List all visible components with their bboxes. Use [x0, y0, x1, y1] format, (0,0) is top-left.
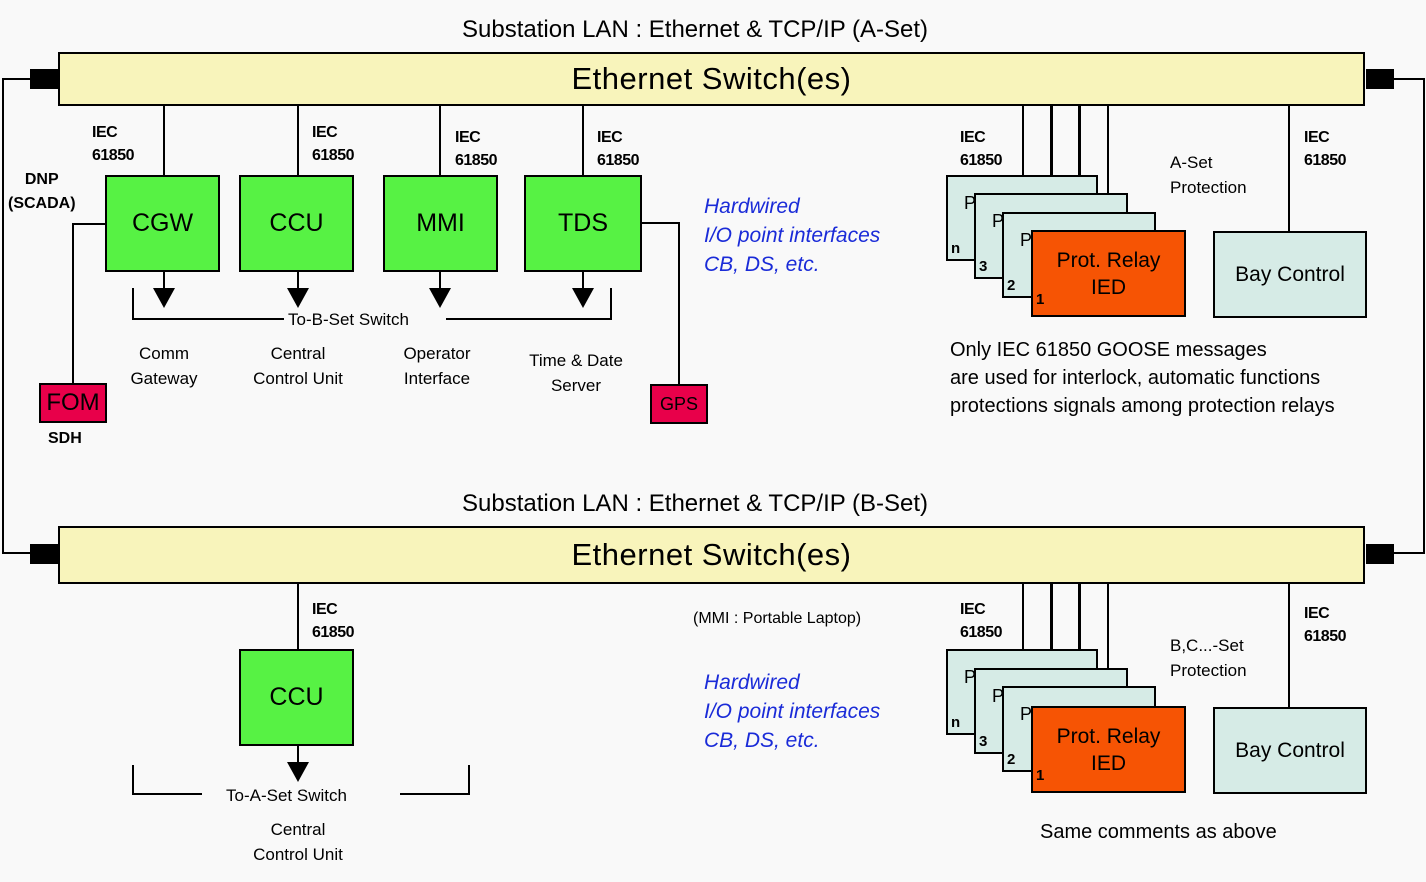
a-mmi-link [439, 106, 441, 176]
sdh-label: SDH [48, 430, 82, 447]
tds-gps-wire-h [641, 222, 679, 224]
fom-box[interactable]: FOM [39, 383, 107, 423]
b-set-right-connector [1366, 544, 1394, 564]
b-bracket-bottom-right [400, 793, 470, 795]
a-set-right-connector [1366, 69, 1394, 89]
a-set-protection-label: A-Set Protection [1170, 153, 1247, 197]
a-ccu-link [297, 106, 299, 176]
a-bay-control-link [1288, 106, 1290, 232]
to-b-set-switch-label: To-B-Set Switch [288, 310, 409, 329]
to-a-set-switch-label: To-A-Set Switch [226, 786, 347, 805]
a-set-ethernet-switch: Ethernet Switch(es) [58, 52, 1365, 106]
mmi-portable-laptop-note: (MMI : Portable Laptop) [693, 610, 862, 627]
left-loop-wire-bottom [2, 552, 32, 554]
b-bay-control-link [1288, 583, 1290, 708]
a-bracket-left [132, 288, 134, 320]
a-cgw-link [163, 106, 165, 176]
a-relay-link-n [1022, 106, 1024, 176]
b-relay-link-n [1022, 583, 1024, 651]
a-set-left-connector [30, 69, 58, 89]
cgw-fom-wire-h [72, 223, 106, 225]
a-ccu-box[interactable]: CCU [239, 175, 354, 272]
b-set-switch-label: Ethernet Switch(es) [571, 537, 852, 572]
mmi-box[interactable]: MMI [383, 175, 498, 272]
b-bracket-left [132, 765, 134, 795]
b-iec-label-ccu: IEC 61850 [312, 601, 355, 641]
b-prot-relay-ied[interactable]: Prot. Relay IED 1 [1031, 706, 1186, 793]
a-bracket-bottom-right [446, 318, 612, 320]
a-set-switch-label: Ethernet Switch(es) [571, 61, 852, 96]
left-loop-wire-top [2, 78, 32, 80]
b-set-protection-label: B,C...-Set Protection [1170, 636, 1247, 680]
b-ccu-box[interactable]: CCU [239, 649, 354, 746]
cgw-fom-wire-v [72, 223, 74, 384]
left-loop-wire-v [2, 78, 4, 554]
dnp-scada-label: DNP (SCADA) [8, 171, 76, 212]
b-ccu-arrow-stem [297, 745, 299, 763]
b-ccu-link [297, 583, 299, 650]
tds-gps-wire-v [678, 222, 680, 385]
tds-arrow-icon [572, 288, 594, 308]
b-bracket-bottom-left [132, 793, 202, 795]
gps-box[interactable]: GPS [650, 384, 708, 424]
a-iec-label-bay: IEC 61850 [1304, 129, 1347, 169]
cgw-description: Comm Gateway [130, 344, 198, 388]
b-iec-label-bay: IEC 61850 [1304, 605, 1347, 645]
b-iec-label-relays: IEC 61850 [960, 601, 1003, 641]
tds-description: Time & Date Server [529, 351, 623, 395]
a-hardwired-note: Hardwired I/O point interfaces CB, DS, etc… [704, 195, 881, 276]
ccu-arrow-stem [297, 271, 299, 289]
b-same-comments-note: Same comments as above [1040, 821, 1277, 843]
cgw-arrow-stem [163, 271, 165, 289]
right-loop-wire-v [1423, 78, 1425, 554]
ccu-arrow-icon [287, 288, 309, 308]
b-ccu-arrow-icon [287, 762, 309, 782]
cgw-arrow-icon [153, 288, 175, 308]
mmi-arrow-stem [439, 271, 441, 289]
cgw-box[interactable]: CGW [105, 175, 220, 272]
mmi-arrow-icon [429, 288, 451, 308]
a-iec-label-mmi: IEC 61850 [455, 129, 498, 169]
a-ccu-description: Central Control Unit [253, 344, 343, 388]
b-ccu-description: Central Control Unit [253, 820, 343, 864]
a-iec-label-relays: IEC 61850 [960, 129, 1003, 169]
a-prot-relay-ied[interactable]: Prot. Relay IED 1 [1031, 230, 1186, 317]
b-bracket-right [468, 765, 470, 795]
a-bracket-bottom-left [132, 318, 284, 320]
a-tds-link [582, 106, 584, 176]
a-bay-control-box[interactable]: Bay Control [1213, 231, 1367, 318]
a-bracket-right [610, 288, 612, 320]
b-hardwired-note: Hardwired I/O point interfaces CB, DS, etc… [704, 671, 881, 752]
right-loop-wire-top [1394, 78, 1425, 80]
a-set-lan-title: Substation LAN : Ethernet & TCP/IP (A-Se… [462, 16, 928, 43]
mmi-description: Operator Interface [403, 344, 471, 388]
b-set-left-connector [30, 544, 58, 564]
b-set-lan-title: Substation LAN : Ethernet & TCP/IP (B-Se… [462, 490, 928, 517]
tds-box[interactable]: TDS [524, 175, 642, 272]
a-iec-label-cgw: IEC 61850 [92, 124, 135, 164]
b-bay-control-box[interactable]: Bay Control [1213, 707, 1367, 794]
tds-arrow-stem [582, 271, 584, 289]
right-loop-wire-bottom [1394, 552, 1425, 554]
a-iec-label-ccu: IEC 61850 [312, 124, 355, 164]
b-set-ethernet-switch: Ethernet Switch(es) [58, 526, 1365, 584]
a-goose-note: Only IEC 61850 GOOSE messages are used fo… [950, 339, 1335, 417]
a-iec-label-tds: IEC 61850 [597, 129, 640, 169]
